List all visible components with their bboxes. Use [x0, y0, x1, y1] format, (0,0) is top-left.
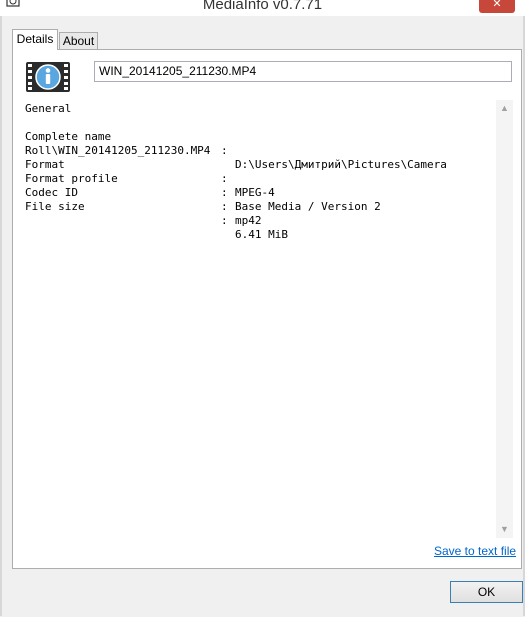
close-icon: ✕ [492, 0, 502, 10]
info-row: Roll\WIN_20141205_211230.MP4 [25, 130, 495, 157]
info-film-icon [26, 62, 70, 92]
ok-button[interactable]: OK [450, 581, 523, 603]
info-row-separator: : [221, 200, 228, 213]
info-row: File size : 6.41 MiB [25, 186, 495, 241]
info-row: Codec ID : mp42 [25, 172, 495, 227]
save-to-text-file-link[interactable]: Save to text file [434, 544, 516, 558]
window-left-border [0, 16, 2, 616]
info-row-value: 6.41 MiB [235, 228, 288, 241]
scroll-down-icon[interactable]: ▼ [496, 521, 513, 538]
info-section-title: General [25, 102, 72, 115]
info-row-value: Base Media / Version 2 [235, 200, 381, 213]
window-bottom-edge [0, 617, 525, 621]
info-row: Format : MPEG-4 [25, 144, 495, 199]
info-row-value: mp42 [235, 214, 262, 227]
info-row: Complete name : D:\Users\Дмитрий\Picture… [25, 116, 495, 171]
tab-details[interactable]: Details [12, 29, 58, 50]
window-title: MediaInfo v0.7.71 [202, 0, 323, 13]
filename-field[interactable]: WIN_20141205_211230.MP4 [94, 61, 512, 82]
info-row-key: File size [25, 200, 85, 213]
mediainfo-window: MediaInfo v0.7.71 ✕ Details About WIN_20… [0, 0, 525, 621]
info-row: Format profile : Base Media / Version 2 [25, 158, 495, 213]
info-text-area[interactable]: General Complete name : D:\Users\Дмитрий… [22, 100, 496, 538]
title-bar: MediaInfo v0.7.71 ✕ [0, 0, 525, 16]
tab-about[interactable]: About [59, 32, 98, 50]
close-button[interactable]: ✕ [479, 0, 515, 13]
scroll-up-icon[interactable]: ▲ [496, 100, 513, 117]
info-row-separator: : [221, 214, 228, 227]
vertical-scrollbar[interactable]: ▲ ▼ [496, 100, 513, 538]
